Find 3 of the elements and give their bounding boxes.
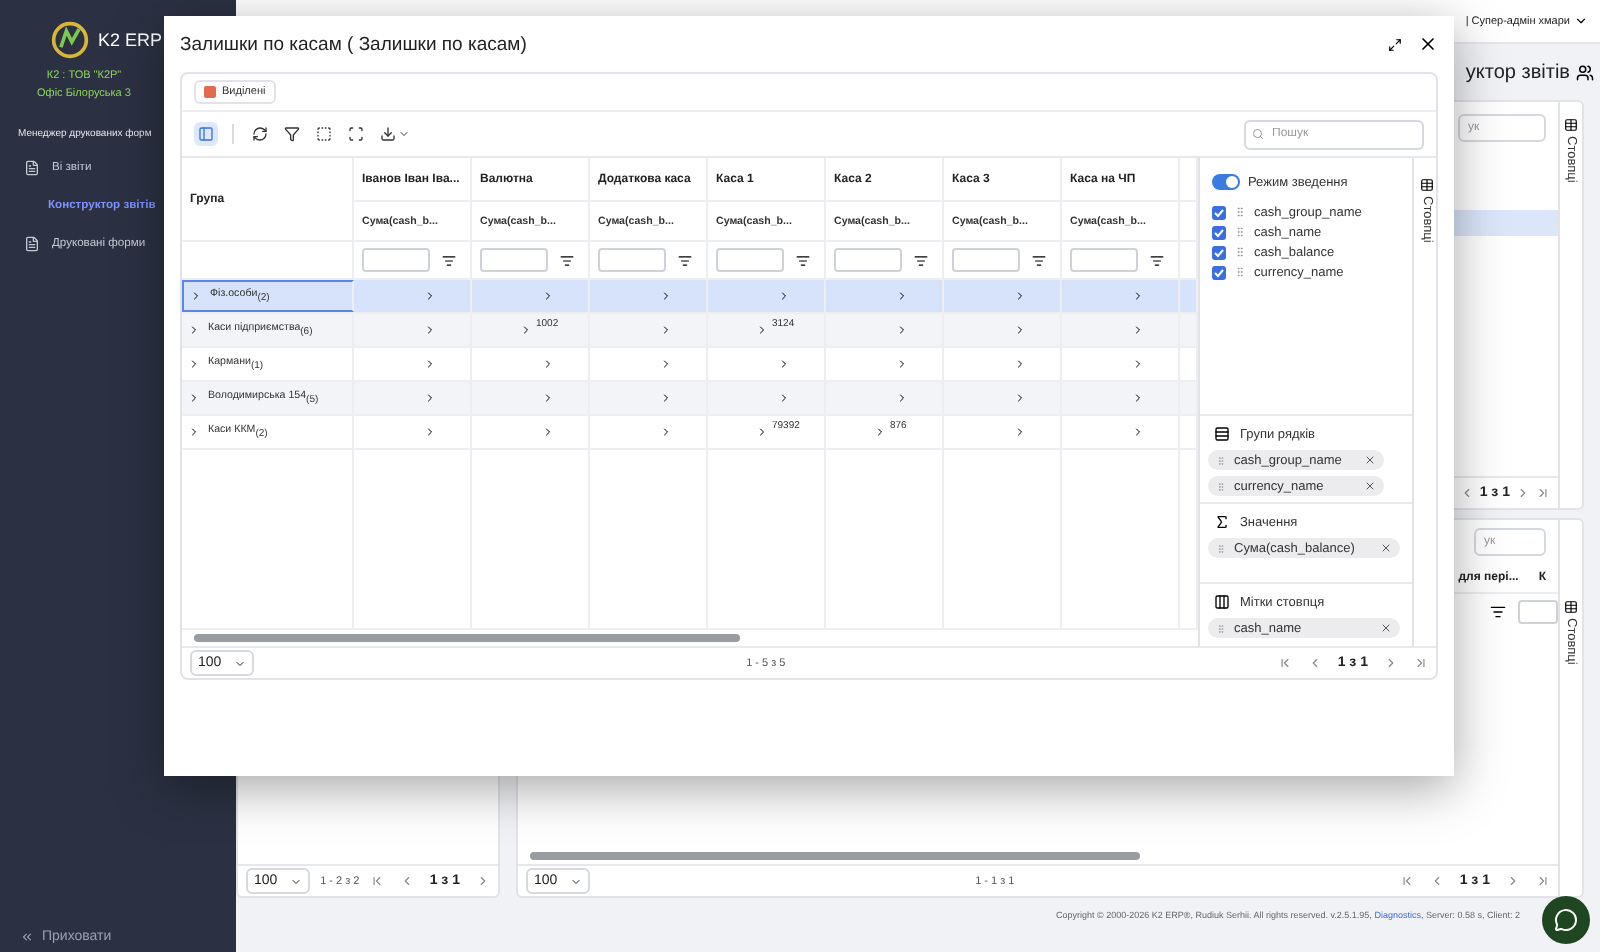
app-logo: K2 ERP (98, 30, 163, 50)
page-title: уктор звітів (1465, 61, 1570, 83)
dialog-title: Залишки по касам ( Залишки по касам) (180, 33, 529, 55)
